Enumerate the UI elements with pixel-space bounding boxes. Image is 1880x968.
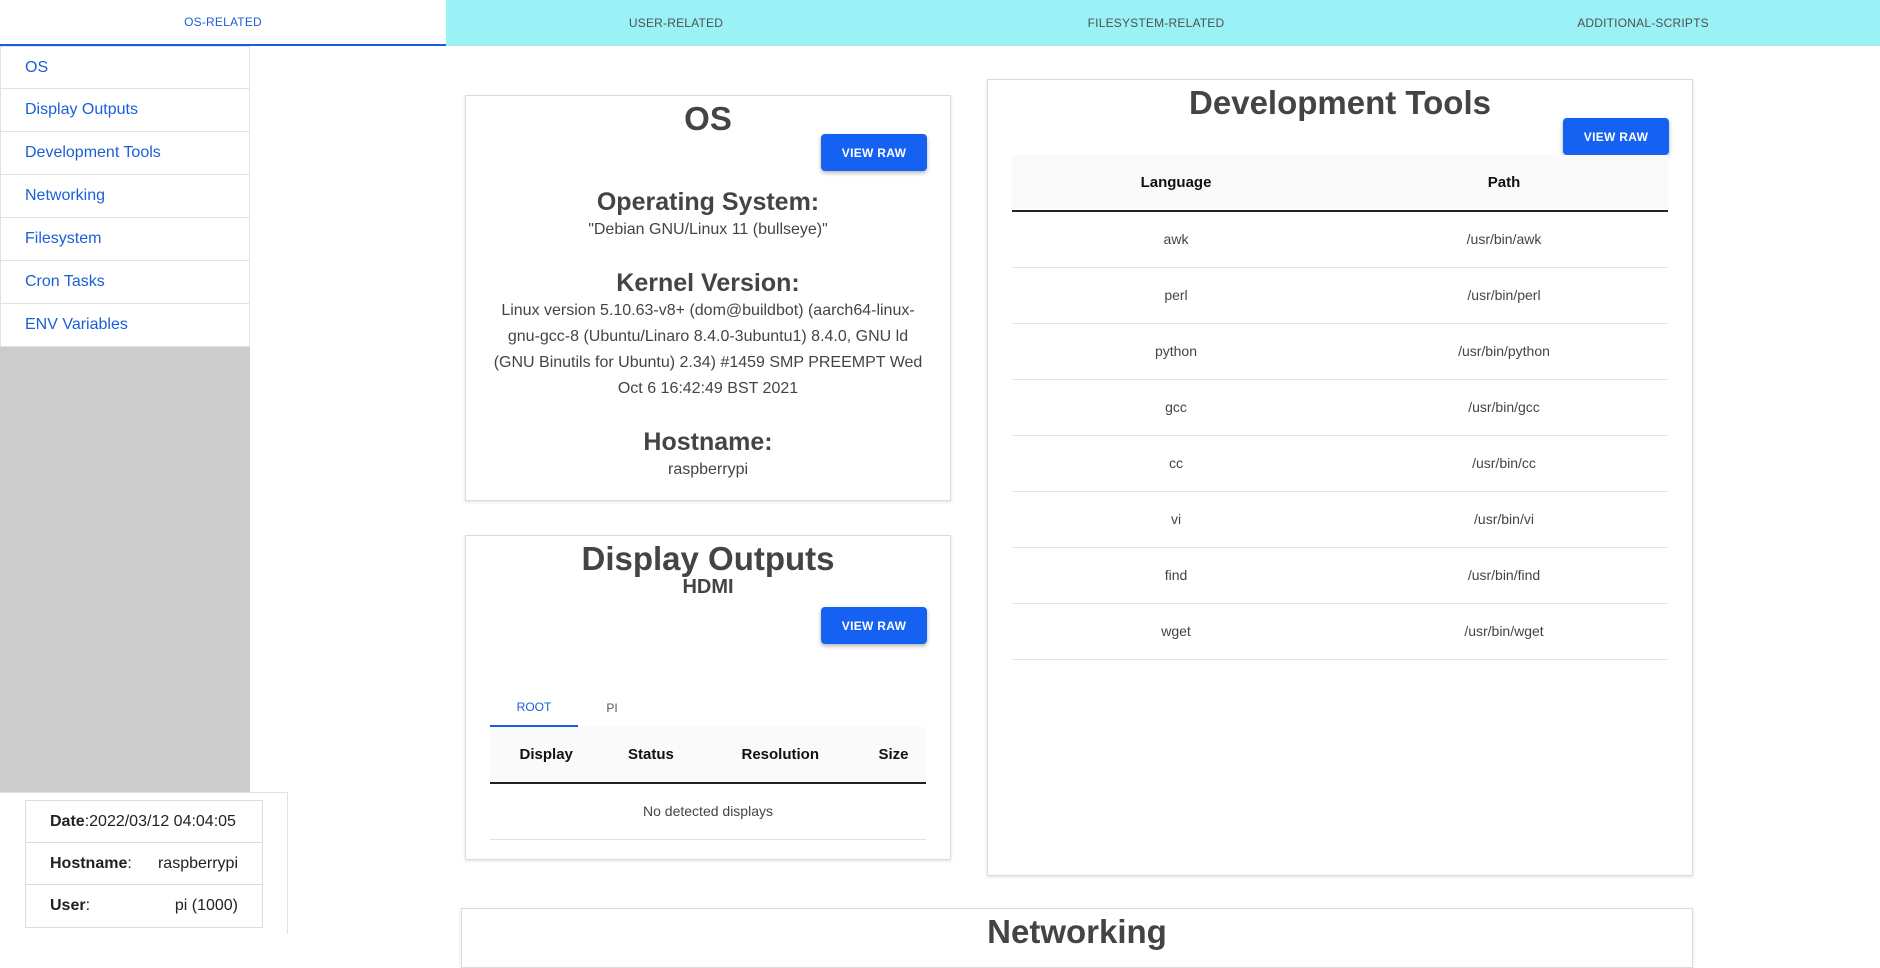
hostname-label: Hostname: (643, 428, 773, 456)
language-cell: python (1012, 323, 1340, 380)
display-outputs-subtitle: HDMI (682, 576, 734, 598)
os-card-body: Operating System: "Debian GNU/Linux 11 (… (486, 188, 930, 483)
sidebar-item-networking[interactable]: Networking (0, 175, 250, 218)
tab-user-related[interactable]: USER-RELATED (446, 0, 906, 46)
language-cell: gcc (1012, 379, 1340, 436)
info-user-label: User (50, 897, 86, 914)
networking-title: Networking (987, 913, 1167, 950)
sidebar: OS Display Outputs Development Tools Net… (0, 46, 250, 792)
display-view-raw-button[interactable]: VIEW RAW (821, 607, 927, 644)
sidebar-item-development-tools[interactable]: Development Tools (0, 132, 250, 175)
info-hostname-value: raspberrypi (157, 854, 238, 872)
path-cell: /usr/bin/cc (1340, 435, 1668, 492)
table-row: gcc /usr/bin/gcc (1012, 379, 1668, 436)
tab-os-related[interactable]: OS-RELATED (0, 0, 446, 46)
sidebar-item-filesystem[interactable]: Filesystem (0, 218, 250, 261)
kernel-version-value: Linux version 5.10.63-v8+ (dom@buildbot)… (493, 302, 923, 397)
info-hostname-label: Hostname (50, 854, 128, 872)
column-size: Size (860, 727, 926, 784)
path-cell: /usr/bin/vi (1340, 491, 1668, 548)
system-info-panel: Date:2022/03/12 04:04:05 Hostname: raspb… (0, 792, 288, 934)
path-cell: /usr/bin/gcc (1340, 379, 1668, 436)
display-outputs-card: Display Outputs HDMI VIEW RAW ROOT PI Di… (465, 535, 951, 860)
sidebar-item-os[interactable]: OS (0, 46, 250, 89)
table-row: awk /usr/bin/awk (1012, 211, 1668, 268)
devtools-table-header: Language Path (1012, 155, 1668, 212)
info-row-hostname: Hostname: raspberrypi (26, 843, 262, 885)
hostname-value: raspberrypi (667, 461, 749, 478)
table-row: find /usr/bin/find (1012, 547, 1668, 604)
table-row: cc /usr/bin/cc (1012, 435, 1668, 492)
language-cell: perl (1012, 267, 1340, 324)
operating-system-label: Operating System: (596, 188, 820, 216)
top-nav: OS-RELATED USER-RELATED FILESYSTEM-RELAT… (0, 0, 1880, 46)
path-cell: /usr/bin/wget (1340, 603, 1668, 660)
column-language: Language (1012, 155, 1340, 212)
table-row: vi /usr/bin/vi (1012, 491, 1668, 548)
display-table-header: Display Status Resolution Size (490, 727, 926, 784)
networking-card: Networking (461, 908, 1693, 968)
development-tools-card: Development Tools VIEW RAW Language Path… (987, 79, 1693, 876)
column-status: Status (602, 727, 700, 784)
path-cell: /usr/bin/find (1340, 547, 1668, 604)
info-date-label: Date (50, 812, 85, 830)
display-outputs-title: Display Outputs (581, 540, 835, 577)
devtools-view-raw-button[interactable]: VIEW RAW (1563, 118, 1669, 155)
column-path: Path (1340, 155, 1668, 212)
tab-pi[interactable]: PI (578, 688, 646, 727)
info-user-value: pi (1000) (174, 897, 238, 914)
display-table-section: ROOT PI Display Status Resolution Size N… (490, 688, 926, 840)
info-date-value: 2022/03/12 04:04:05 (89, 812, 236, 830)
table-row: python /usr/bin/python (1012, 323, 1668, 380)
tab-filesystem-related[interactable]: FILESYSTEM-RELATED (906, 0, 1406, 46)
path-cell: /usr/bin/perl (1340, 267, 1668, 324)
column-display: Display (490, 727, 603, 784)
operating-system-value: "Debian GNU/Linux 11 (bullseye)" (588, 221, 828, 238)
language-cell: wget (1012, 603, 1340, 660)
empty-message: No detected displays (490, 783, 926, 840)
table-row: wget /usr/bin/wget (1012, 603, 1668, 660)
language-cell: find (1012, 547, 1340, 604)
sidebar-item-env-variables[interactable]: ENV Variables (0, 304, 250, 347)
table-row: No detected displays (490, 783, 926, 840)
system-info-box: Date:2022/03/12 04:04:05 Hostname: raspb… (25, 800, 263, 928)
display-table: Display Status Resolution Size No detect… (490, 727, 926, 840)
kernel-version-label: Kernel Version: (616, 269, 800, 297)
info-row-date: Date:2022/03/12 04:04:05 (26, 801, 262, 843)
path-cell: /usr/bin/python (1340, 323, 1668, 380)
os-card: OS VIEW RAW Operating System: "Debian GN… (465, 95, 951, 501)
language-cell: awk (1012, 211, 1340, 268)
sidebar-item-cron-tasks[interactable]: Cron Tasks (0, 261, 250, 304)
sidebar-item-display-outputs[interactable]: Display Outputs (0, 89, 250, 132)
tab-root[interactable]: ROOT (490, 688, 578, 727)
devtools-table: Language Path awk /usr/bin/awk perl /usr… (1012, 155, 1668, 660)
info-row-user: User: pi (1000) (50, 897, 238, 914)
table-row: perl /usr/bin/perl (1012, 267, 1668, 324)
display-user-tabs: ROOT PI (490, 688, 926, 727)
devtools-table-section: Language Path awk /usr/bin/awk perl /usr… (1012, 155, 1668, 660)
os-view-raw-button[interactable]: VIEW RAW (821, 134, 927, 171)
path-cell: /usr/bin/awk (1340, 211, 1668, 268)
language-cell: vi (1012, 491, 1340, 548)
language-cell: cc (1012, 435, 1340, 492)
column-resolution: Resolution (699, 727, 861, 784)
tab-additional-scripts[interactable]: ADDITIONAL-SCRIPTS (1406, 0, 1880, 46)
